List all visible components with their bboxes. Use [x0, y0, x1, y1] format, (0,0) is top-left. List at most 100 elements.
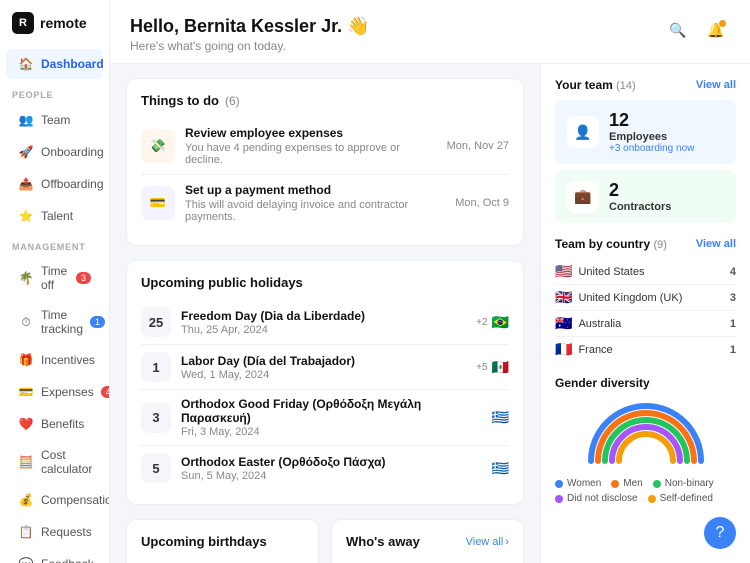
sidebar-label: Time tracking [41, 308, 83, 336]
holiday-item-1[interactable]: 1 Labor Day (Día del Trabajador) Wed, 1 … [141, 345, 509, 390]
todo-item-payment[interactable]: 💳 Set up a payment method This will avoi… [141, 175, 509, 231]
things-to-do-title: Things to do (6) [141, 93, 509, 108]
incentives-icon: 🎁 [18, 352, 34, 368]
holiday-flags: +5 🇲🇽 [476, 359, 509, 376]
sidebar-item-expenses[interactable]: 💳 Expenses 4 [6, 377, 103, 407]
sidebar-label: Incentives [41, 353, 95, 367]
holiday-name: Orthodox Easter (Ορθόδοξο Πάσχα) [181, 455, 482, 469]
whos-away-header: Who's away View all › [346, 534, 509, 549]
country-item-0[interactable]: 🇺🇸 United States 4 [555, 259, 736, 285]
sidebar-label: Talent [41, 209, 73, 223]
holiday-date: Thu, 25 Apr, 2024 [181, 324, 466, 336]
left-panel: Things to do (6) 💸 Review employee expen… [110, 64, 540, 563]
sidebar-item-talent[interactable]: ⭐ Talent [6, 201, 103, 231]
sidebar-item-onboarding[interactable]: 🚀 Onboarding [6, 137, 103, 167]
todo-item-expenses[interactable]: 💸 Review employee expenses You have 4 pe… [141, 118, 509, 175]
gender-diversity-chart [555, 390, 736, 472]
holiday-name: Freedom Day (Dia da Liberdade) [181, 309, 466, 323]
todo-desc: You have 4 pending expenses to approve o… [185, 142, 437, 166]
main-header: Hello, Bernita Kessler Jr. 👋 Here's what… [110, 0, 750, 64]
page-subtitle: Here's what's going on today. [130, 39, 370, 53]
holiday-item-2[interactable]: 3 Orthodox Good Friday (Ορθόδοξη Μεγάλη … [141, 390, 509, 446]
logo-icon: R [12, 12, 34, 34]
page-greeting: Hello, Bernita Kessler Jr. 👋 [130, 16, 370, 37]
employees-count: 12 [609, 110, 694, 131]
holiday-flags: 🇬🇷 [492, 460, 509, 477]
country-name: Australia [578, 318, 723, 330]
sidebar-item-incentives[interactable]: 🎁 Incentives [6, 345, 103, 375]
search-button[interactable]: 🔍 [664, 16, 692, 44]
country-item-2[interactable]: 🇦🇺 Australia 1 [555, 311, 736, 337]
team-by-country-view-all[interactable]: View all [696, 238, 736, 250]
country-count: 3 [730, 292, 736, 304]
timeoff-icon: 🌴 [18, 270, 34, 286]
sidebar-label: Feedback [41, 557, 94, 563]
country-item-1[interactable]: 🇬🇧 United Kingdom (UK) 3 [555, 285, 736, 311]
upcoming-birthdays-card: Upcoming birthdays SR Stanley Rogahn Tue… [126, 519, 319, 563]
birthday-item-0[interactable]: SR Stanley Rogahn Tue, 16 April [141, 559, 304, 563]
whos-away-title: Who's away [346, 534, 420, 549]
offboarding-icon: 📤 [18, 176, 34, 192]
legend-women: Women [555, 478, 601, 489]
gender-legend: Women Men Non-binary Did not disclose [555, 478, 736, 504]
requests-icon: 📋 [18, 524, 34, 540]
whos-away-view-all[interactable]: View all › [466, 536, 509, 548]
sidebar-item-feedback[interactable]: 💬 Feedback [6, 549, 103, 563]
away-item-0[interactable]: MN Matilda Nguyen Public holiday Apr 25 [346, 559, 509, 563]
sidebar-label: Requests [41, 525, 92, 539]
whos-away-card: Who's away View all › MN Matilda Nguyen … [331, 519, 524, 563]
sidebar-item-offboarding[interactable]: 📤 Offboarding [6, 169, 103, 199]
sidebar-label: Compensation [41, 493, 110, 507]
contractors-label: Contractors [609, 201, 671, 213]
todo-title: Set up a payment method [185, 183, 445, 197]
notifications-button[interactable]: 🔔 [702, 16, 730, 44]
sidebar-item-compensation[interactable]: 💰 Compensation [6, 485, 103, 515]
employees-info: 12 Employees +3 onboarding now [609, 110, 694, 154]
sidebar-item-benefits[interactable]: ❤️ Benefits [6, 409, 103, 439]
team-by-country-title: Team by country (9) View all [555, 237, 736, 251]
holiday-item-3[interactable]: 5 Orthodox Easter (Ορθόδοξο Πάσχα) Sun, … [141, 446, 509, 490]
sidebar-label: Dashboard [41, 57, 104, 71]
fab-button[interactable]: ? [704, 517, 736, 549]
contractors-count: 2 [609, 180, 671, 201]
things-to-do-count: (6) [225, 94, 240, 108]
timetracking-badge: 1 [90, 316, 105, 328]
sidebar-item-team[interactable]: 👥 Team [6, 105, 103, 135]
your-team-section: Your team (14) View all 👤 12 Employees +… [555, 78, 736, 223]
expenses-icon: 💳 [18, 384, 34, 400]
content-area: Things to do (6) 💸 Review employee expen… [110, 64, 750, 563]
country-name: France [578, 344, 723, 356]
talent-icon: ⭐ [18, 208, 34, 224]
birthdays-title: Upcoming birthdays [141, 534, 267, 549]
holiday-item-0[interactable]: 25 Freedom Day (Dia da Liberdade) Thu, 2… [141, 300, 509, 345]
sidebar-label: Offboarding [41, 177, 104, 191]
section-people: PEOPLE [0, 80, 109, 104]
todo-text: Review employee expenses You have 4 pend… [185, 126, 437, 166]
sidebar-item-requests[interactable]: 📋 Requests [6, 517, 103, 547]
selfdefined-dot [648, 495, 656, 503]
app-logo[interactable]: R remote [0, 12, 109, 48]
your-team-view-all[interactable]: View all [696, 79, 736, 91]
sidebar-label: Time off [41, 264, 69, 292]
notification-dot [719, 20, 726, 27]
legend-did-not-disclose: Did not disclose [555, 493, 638, 504]
sidebar-label: Onboarding [41, 145, 104, 159]
sidebar-item-timetracking[interactable]: ⏱ Time tracking 1 [6, 301, 103, 343]
sidebar-item-cost-calculator[interactable]: 🧮 Cost calculator [6, 441, 103, 483]
holiday-day: 1 [141, 352, 171, 382]
employees-label: Employees [609, 131, 694, 143]
holiday-date: Wed, 1 May, 2024 [181, 369, 466, 381]
contractors-info: 2 Contractors [609, 180, 671, 213]
legend-self-defined: Self-defined [648, 493, 713, 504]
sidebar-item-timeoff[interactable]: 🌴 Time off 3 [6, 257, 103, 299]
country-count: 1 [730, 344, 736, 356]
holiday-date: Fri, 3 May, 2024 [181, 426, 482, 438]
men-dot [611, 480, 619, 488]
holidays-title: Upcoming public holidays [141, 275, 509, 290]
legend-men: Men [611, 478, 642, 489]
calculator-icon: 🧮 [18, 454, 34, 470]
sidebar-item-dashboard[interactable]: 🏠 Dashboard [6, 49, 103, 79]
holiday-name: Labor Day (Día del Trabajador) [181, 354, 466, 368]
gender-diversity-title: Gender diversity [555, 376, 736, 390]
country-item-3[interactable]: 🇫🇷 France 1 [555, 337, 736, 362]
